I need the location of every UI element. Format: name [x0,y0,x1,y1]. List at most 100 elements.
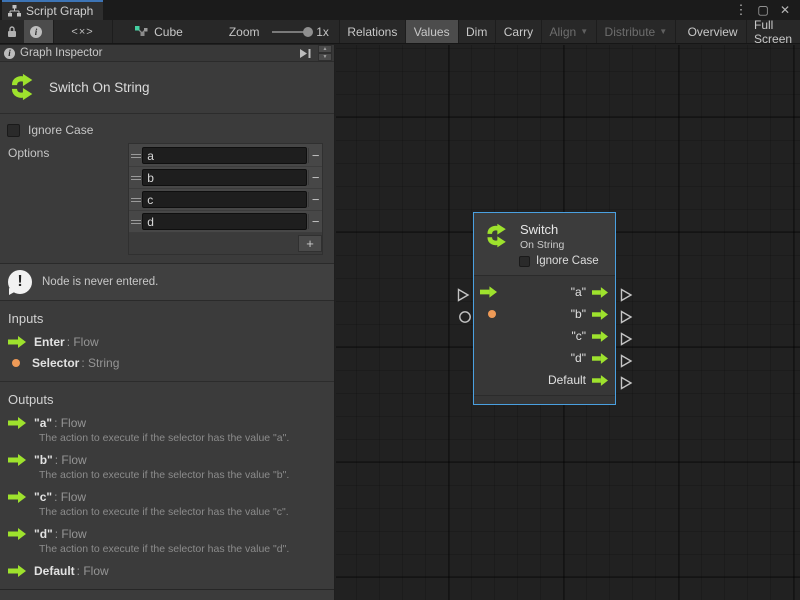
value-port-icon [12,359,20,367]
selector-port-icon[interactable] [488,310,496,318]
node-output-port-default[interactable]: Default [474,369,615,391]
dock-panel-button[interactable] [295,48,316,59]
output-description: The action to execute if the selector ha… [8,541,326,557]
output-row-d: "d": Flow The action to execute if the s… [0,522,334,559]
option-input[interactable] [142,169,307,186]
chevron-down-icon: ▼ [659,27,667,36]
maximize-icon[interactable]: ▢ [754,1,772,19]
node-output-port-c[interactable]: "c" [474,325,615,347]
node-ignore-case-checkbox[interactable] [519,256,530,267]
flow-port-icon [8,417,26,429]
add-option-row: + [129,233,322,254]
output-row-a: "a": Flow The action to execute if the s… [0,411,334,448]
drag-handle-icon[interactable] [129,198,142,202]
option-input[interactable] [142,213,307,230]
switch-icon [7,72,37,102]
zoom-label: Zoom [193,20,268,43]
options-label: Options [8,143,128,255]
option-input[interactable] [142,191,307,208]
node-ignore-case-row: Ignore Case [519,255,609,267]
ignore-case-checkbox[interactable] [7,124,20,137]
lock-button[interactable] [0,20,24,43]
options-list: − − − − + [128,143,323,255]
option-row: − [129,189,322,211]
option-row: − [129,145,322,167]
output-b-connection-handle[interactable] [620,310,633,324]
toolbar-button-distribute[interactable]: Distribute▼ [597,20,676,43]
zoom-slider[interactable] [272,31,309,33]
node-title: Switch [520,222,564,237]
flow-port-icon [592,375,608,386]
toolbar-button-overview[interactable]: Overview [680,20,746,43]
edit-script-button[interactable]: <×> [53,20,111,43]
tab-script-graph[interactable]: Script Graph [2,0,103,20]
output-c-connection-handle[interactable] [620,332,633,346]
remove-option-button[interactable]: − [308,192,322,207]
graph-hierarchy-icon [8,5,21,17]
enter-connection-handle[interactable] [457,288,470,302]
flow-port-icon [8,528,26,540]
node-subtitle: On String [520,239,564,251]
graph-inspector-title: Graph Inspector [20,47,102,59]
drag-handle-icon[interactable] [129,154,142,158]
remove-option-button[interactable]: − [308,148,322,163]
option-input[interactable] [142,147,307,164]
inputs-header: Inputs [0,301,334,330]
option-row: − [129,167,322,189]
tab-bar-spacer [103,0,732,20]
ignore-case-row: Ignore Case [0,114,334,139]
selector-connection-handle[interactable] [458,310,472,324]
output-row-c: "c": Flow The action to execute if the s… [0,485,334,522]
tab-bar: Script Graph ⋮ ▢ ✕ [0,0,800,20]
graph-canvas[interactable]: Switch On String Ignore Case "a" "b" [336,45,800,600]
graph-owner-button[interactable]: Cube [112,20,193,43]
flow-port-icon [592,353,608,364]
scroll-down-button[interactable]: ▼ [318,53,332,61]
add-option-button[interactable]: + [298,235,322,252]
lock-icon [6,25,18,38]
scroll-up-button[interactable]: ▲ [318,45,332,53]
chevron-down-icon: ▼ [580,27,588,36]
flow-port-icon [8,491,26,503]
output-default-connection-handle[interactable] [620,376,633,390]
output-row-b: "b": Flow The action to execute if the s… [0,448,334,485]
node-body: "a" "b" "c" "d" Default [474,275,615,395]
window-menu-icon[interactable]: ⋮ [732,1,750,19]
remove-option-button[interactable]: − [308,214,322,229]
node-output-port-d[interactable]: "d" [474,347,615,369]
option-row: − [129,211,322,233]
code-icon: <×> [71,26,93,38]
node-header: Switch On String Ignore Case [474,213,615,275]
node-ignore-case-label: Ignore Case [536,255,599,267]
enter-port-icon[interactable] [480,286,497,298]
flow-port-icon [8,565,26,577]
toolbar-button-values[interactable]: Values [406,20,458,43]
zoom-value: 1x [312,20,339,43]
graph-inspector-panel: i Graph Inspector ▲ ▼ Switch On String I… [0,45,335,600]
drag-handle-icon[interactable] [129,176,142,180]
flow-port-icon [8,336,26,348]
node-inspector-title-row: Switch On String [0,62,334,113]
tab-label: Script Graph [26,4,93,18]
output-a-connection-handle[interactable] [620,288,633,302]
flow-port-icon [592,287,608,298]
graph-inspector-header: i Graph Inspector ▲ ▼ [0,45,334,62]
toolbar-button-carry[interactable]: Carry [496,20,541,43]
switch-on-string-node[interactable]: Switch On String Ignore Case "a" "b" [473,212,616,405]
ignore-case-label: Ignore Case [28,123,93,137]
script-graph-window: Script Graph ⋮ ▢ ✕ i <×> [0,0,800,600]
toolbar-button-relations[interactable]: Relations [339,20,405,43]
warning-icon: ! [8,270,32,294]
graph-owner-label: Cube [154,25,183,39]
graph-toolbar: i <×> Cube Zoom 1x Relations Values [0,20,800,44]
remove-option-button[interactable]: − [308,170,322,185]
toolbar-button-dim[interactable]: Dim [458,20,495,43]
toolbar-button-align[interactable]: Align▼ [542,20,597,43]
options-block: Options − − − [0,139,334,259]
zoom-slider-handle[interactable] [303,27,313,37]
toolbar-button-fullscreen[interactable]: Full Screen [746,20,800,43]
drag-handle-icon[interactable] [129,220,142,224]
output-d-connection-handle[interactable] [620,354,633,368]
close-icon[interactable]: ✕ [776,1,794,19]
inspector-toggle-button[interactable]: i [24,20,53,43]
